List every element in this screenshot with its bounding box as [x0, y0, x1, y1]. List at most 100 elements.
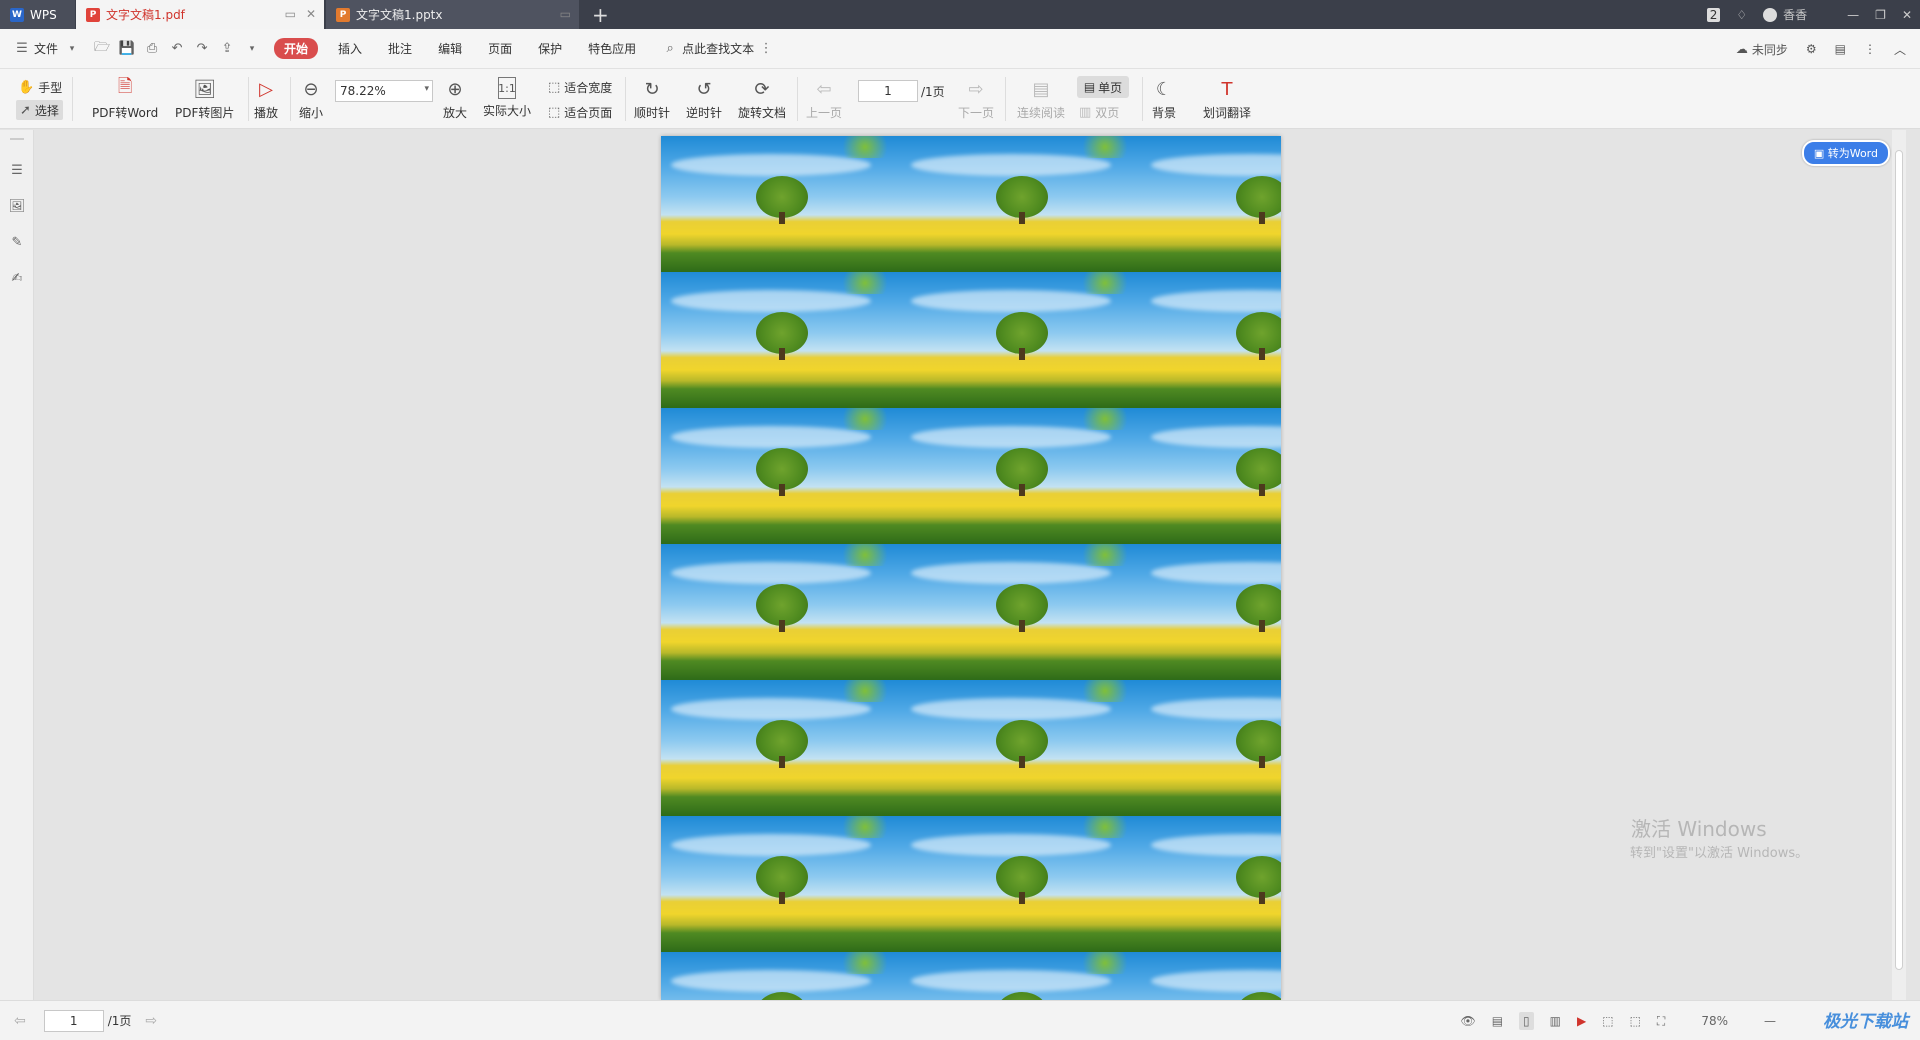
sidebar-grip[interactable] [10, 138, 24, 140]
arrow-left-icon[interactable]: ⇦ [14, 1013, 26, 1029]
cloud-sync-icon[interactable]: ☁ [1736, 42, 1748, 56]
page-number-input[interactable]: 1 [858, 80, 918, 102]
chevron-down-icon: ▾ [424, 84, 429, 94]
fit-icon[interactable]: ⬚ [1602, 1014, 1613, 1028]
single-page-button[interactable]: ▤ 单页 [1077, 76, 1129, 98]
select-tool-button[interactable]: ➚ 选择 [16, 100, 63, 120]
tab-page[interactable]: 页面 [488, 40, 512, 57]
tab-edit[interactable]: 编辑 [438, 40, 462, 57]
zoom-out-button[interactable]: ⊖ 缩小 [299, 69, 323, 121]
window-count-badge[interactable]: 2 [1706, 7, 1721, 22]
more-vertical-icon[interactable]: ⋮ [758, 41, 774, 57]
fit-width-button[interactable]: ⬚ 适合宽度 [548, 77, 612, 97]
more-dropdown-icon[interactable]: ▾ [244, 41, 260, 57]
rotate-clockwise-button[interactable]: ↻ 顺时针 [634, 69, 670, 121]
tab-close-icon[interactable]: ✕ [306, 7, 316, 21]
avatar[interactable] [1763, 7, 1778, 22]
tab-insert[interactable]: 插入 [338, 40, 362, 57]
minimize-icon[interactable]: — [1847, 8, 1859, 22]
background-button[interactable]: ☾ 背景 [1152, 69, 1176, 121]
next-page-button[interactable]: ⇨ 下一页 [958, 69, 994, 121]
double-page-button[interactable]: ▥ 双页 [1079, 102, 1119, 122]
skin-icon[interactable]: ♢ [1736, 8, 1747, 22]
rotate-document-button[interactable]: ⟳ 旋转文档 [738, 69, 786, 121]
save-icon[interactable]: 💾 [119, 41, 135, 57]
more-options-icon[interactable]: ⋮ [1864, 42, 1876, 56]
collapse-ribbon-icon[interactable]: ︿ [1894, 41, 1906, 58]
hand-tool-button[interactable]: ✋ 手型 [18, 77, 62, 97]
site-logo: 极光下载站 [1823, 1012, 1908, 1032]
fit-page-button[interactable]: ⬚ 适合页面 [548, 102, 612, 122]
search-icon[interactable]: ⌕ [662, 41, 678, 57]
tab-float-icon[interactable]: ▭ [560, 7, 571, 21]
annotation-icon[interactable]: ✎ [9, 234, 25, 250]
eye-protect-icon[interactable]: 👁 [1460, 1014, 1475, 1028]
landscape-image-tile [661, 680, 901, 816]
zoom-in-button[interactable]: ⊕ 放大 [443, 69, 467, 121]
signature-icon[interactable]: ✍ [9, 270, 25, 286]
moon-icon: ☾ [1155, 78, 1173, 100]
rotate-clockwise-icon: ↻ [644, 78, 660, 100]
tab-pptx-document[interactable]: P 文字文稿1.pptx ▭ [326, 0, 579, 29]
file-menu[interactable]: 文件 [34, 40, 58, 57]
status-page-input[interactable]: 1 [43, 1009, 104, 1032]
continuous-reading-button[interactable]: ▤ 连续阅读 [1017, 69, 1065, 121]
double-view-icon[interactable]: ▥ [1550, 1014, 1561, 1028]
zoom-select[interactable]: 78.22% ▾ [335, 80, 433, 102]
landscape-image-tile [1141, 136, 1281, 272]
tab-features[interactable]: 特色应用 [588, 40, 636, 57]
pdf-to-word-icon: 🗎 [117, 76, 133, 97]
rotate-counter-clockwise-icon: ↺ [696, 78, 712, 100]
thumbnail-icon[interactable]: 🖼 [9, 198, 26, 214]
actual-size-button[interactable]: 1:1 实际大小 [483, 69, 531, 119]
export-icon[interactable]: ⇪ [219, 41, 235, 57]
ribbon-toolbar: ✋ 手型 ➚ 选择 🗎 PDF转Word 🖼 PDF转图片 ▷ 播放 ⊖ 缩小 … [0, 69, 1920, 129]
status-page-total: /1页 [107, 1014, 132, 1028]
pdf-to-word-button[interactable]: 🗎 PDF转Word [92, 69, 158, 121]
fit-width-icon[interactable]: ⬚ [1630, 1014, 1641, 1028]
zoom-out-icon[interactable]: — [1764, 1014, 1776, 1028]
outline-icon[interactable]: ☰ [9, 162, 25, 178]
word-translate-button[interactable]: T 划词翻译 [1203, 69, 1251, 121]
pdf-to-image-icon: 🖼 [193, 78, 217, 100]
tab-pdf-document[interactable]: P 文字文稿1.pdf ▭ ✕ [76, 0, 324, 29]
user-name[interactable]: 香香 [1783, 6, 1807, 23]
settings-gear-icon[interactable]: ⚙ [1806, 42, 1817, 56]
print-icon[interactable]: ⎙ [144, 41, 160, 57]
fullscreen-icon[interactable]: ⛶ [1657, 1014, 1665, 1029]
search-text-button[interactable]: 点此查找文本 [682, 40, 754, 57]
zoom-in-label: 放大 [443, 106, 468, 120]
tab-start[interactable]: 开始 [274, 38, 319, 59]
hamburger-icon[interactable]: ☰ [14, 41, 30, 57]
single-view-icon[interactable]: ▯ [1519, 1012, 1534, 1030]
pdf-to-image-button[interactable]: 🖼 PDF转图片 [175, 69, 234, 121]
document-view[interactable]: ▣ 转为Word [35, 130, 1906, 1000]
actual-size-label: 实际大小 [483, 104, 532, 118]
new-tab-button[interactable]: + [592, 3, 609, 27]
rotate-counter-clockwise-button[interactable]: ↺ 逆时针 [686, 69, 722, 121]
open-folder-icon[interactable]: 🗁 [94, 40, 110, 57]
convert-to-word-label: 转为Word [1827, 147, 1878, 160]
tab-annotate[interactable]: 批注 [388, 40, 412, 57]
close-window-icon[interactable]: ✕ [1902, 8, 1912, 22]
zoom-out-label: 缩小 [299, 106, 324, 120]
prev-page-button[interactable]: ⇦ 上一页 [806, 69, 842, 121]
comment-icon[interactable]: ▤ [1835, 42, 1846, 56]
play-button[interactable]: ▷ 播放 [254, 69, 278, 121]
status-zoom[interactable]: 78% [1701, 1014, 1728, 1028]
convert-to-word-button[interactable]: ▣ 转为Word [1801, 140, 1890, 166]
chevron-down-icon[interactable]: ▾ [64, 41, 80, 57]
tab-protect[interactable]: 保护 [538, 40, 562, 57]
play-icon[interactable]: ▶ [1577, 1014, 1586, 1028]
tab-wps[interactable]: W WPS [0, 0, 75, 29]
arrow-right-icon[interactable]: ⇨ [145, 1013, 157, 1029]
scrollbar-thumb[interactable] [1895, 150, 1903, 970]
continuous-view-icon[interactable]: ▤ [1492, 1014, 1503, 1028]
vertical-scrollbar[interactable] [1892, 130, 1906, 1000]
undo-icon[interactable]: ↶ [169, 41, 185, 57]
redo-icon[interactable]: ↷ [194, 41, 210, 57]
sync-status[interactable]: 未同步 [1752, 41, 1788, 58]
tab-float-icon[interactable]: ▭ [285, 7, 296, 21]
landscape-image-tile [661, 408, 901, 544]
restore-icon[interactable]: ❐ [1875, 8, 1886, 22]
